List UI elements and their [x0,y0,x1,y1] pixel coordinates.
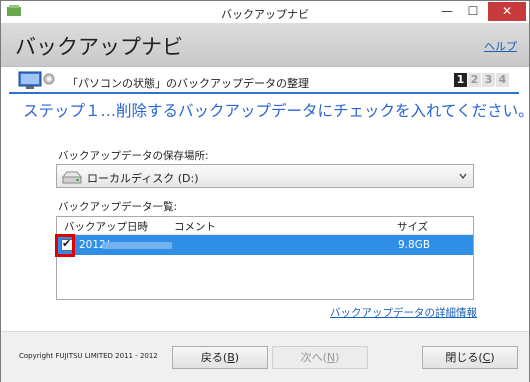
backup-list[interactable]: バックアップ日時 コメント サイズ ✔ 2012/ 9.8GB [56,216,474,300]
close-label: 閉じる( [445,351,483,364]
step-1-indicator: 1 [454,73,467,87]
location-value: ローカルディスク (D:) [87,172,199,185]
backup-size: 9.8GB [398,239,431,251]
maximize-button[interactable]: ☐ [460,2,486,21]
step-context: 「パソコンの状態」のバックアップデータの整理 [67,77,309,90]
step-2-indicator: 2 [468,73,481,87]
next-button[interactable]: 次へ(N) [272,346,368,369]
chevron-down-icon [459,173,467,180]
help-link[interactable]: ヘルプ [484,38,517,54]
app-window: バックアップナビ — ☐ ✕ バックアップナビ ヘルプ 「パソコンの状態」のバッ… [0,0,530,382]
step-3-indicator: 3 [482,73,495,87]
step-divider [9,92,519,94]
back-button[interactable]: 戻る(B) [172,346,268,369]
column-header-size[interactable]: サイズ [397,219,428,234]
backup-details-link[interactable]: バックアップデータの詳細情報 [330,305,477,320]
back-label-tail: ) [234,351,240,364]
checkbox-highlight-frame [55,234,75,257]
title-bar: バックアップナビ — ☐ ✕ [1,1,529,23]
list-header: バックアップ日時 コメント サイズ [57,217,473,235]
close-window-button[interactable]: ✕ [488,2,526,21]
back-label: 戻る( [200,351,228,364]
column-header-comment[interactable]: コメント [174,219,216,234]
back-accesskey: B [227,351,235,364]
step-heading: ステップ１…削除するバックアップデータにチェックを入れてください。 [23,102,530,120]
location-select[interactable]: ローカルディスク (D:) [56,164,474,188]
next-label: 次へ( [300,351,327,364]
header-band: バックアップナビ ヘルプ [1,23,529,67]
backup-computer-icon [18,71,55,89]
disk-drive-icon [61,171,83,184]
backup-list-label: バックアップデータ一覧: [58,201,178,213]
close-label-tail: ) [490,351,495,364]
minimize-button[interactable]: — [434,2,460,21]
location-label: バックアップデータの保存場所: [58,150,209,162]
table-row[interactable]: ✔ 2012/ 9.8GB [57,235,473,255]
page-title: バックアップナビ [15,35,183,59]
next-label-tail: ) [335,351,340,364]
step-4-indicator: 4 [496,73,509,87]
column-header-date[interactable]: バックアップ日時 [64,219,148,234]
redacted-date [102,242,172,249]
step-indicator: 1234 [453,73,509,87]
copyright-text: Copyright FUJITSU LIMITED 2011 - 2012 [19,352,158,360]
close-button[interactable]: 閉じる(C) [422,346,518,369]
next-accesskey: N [326,351,336,364]
footer: Copyright FUJITSU LIMITED 2011 - 2012 戻る… [1,331,529,382]
